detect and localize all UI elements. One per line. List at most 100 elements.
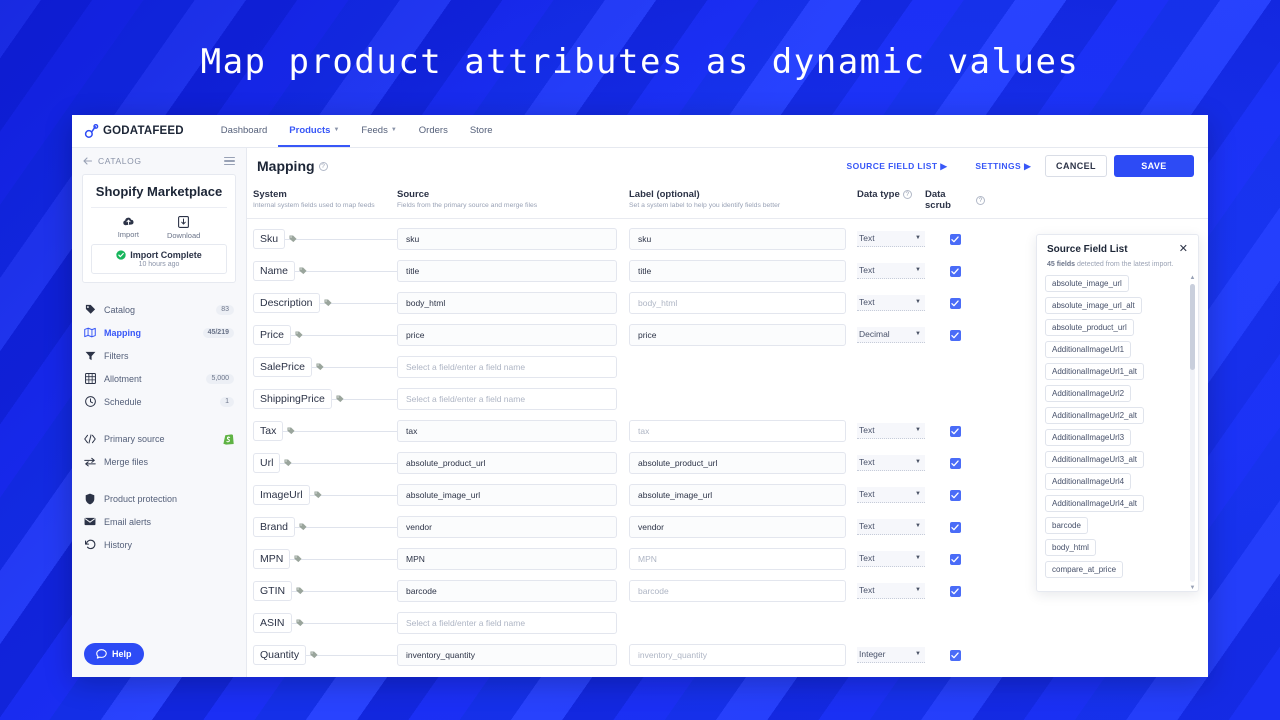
scroll-up-icon[interactable]: ▲ xyxy=(1190,275,1196,281)
system-field-name-6[interactable]: Tax xyxy=(253,420,284,442)
source-input-6[interactable]: tax xyxy=(397,420,617,442)
nav-item-feeds[interactable]: Feeds ▼ xyxy=(350,115,407,147)
label-input-11[interactable]: barcode xyxy=(629,580,846,602)
source-field-chip[interactable]: body_html xyxy=(1045,539,1096,556)
data-scrub-checkbox-9[interactable] xyxy=(949,521,961,533)
help-button[interactable]: Help xyxy=(84,643,144,665)
source-field-chip[interactable]: AdditionalImageUrl3_alt xyxy=(1045,451,1144,468)
source-input-4[interactable]: Select a field/enter a field name xyxy=(397,356,617,378)
data-scrub-checkbox-6[interactable] xyxy=(949,425,961,437)
nav-item-store[interactable]: Store xyxy=(459,115,504,147)
save-button[interactable]: SAVE xyxy=(1114,155,1194,177)
system-field-name-1[interactable]: Name xyxy=(253,260,296,282)
label-input-2[interactable]: body_html xyxy=(629,292,846,314)
source-input-3[interactable]: price xyxy=(397,324,617,346)
data-type-select-13[interactable]: Integer ▼ xyxy=(857,647,925,663)
source-field-scrollbar[interactable]: ▲ ▼ xyxy=(1189,275,1196,591)
source-field-chip[interactable]: absolute_image_url_alt xyxy=(1045,297,1142,314)
data-scrub-checkbox-11[interactable] xyxy=(949,585,961,597)
system-field-name-11[interactable]: GTIN xyxy=(253,580,293,602)
system-field-name-12[interactable]: ASIN xyxy=(253,612,292,634)
source-input-8[interactable]: absolute_image_url xyxy=(397,484,617,506)
back-to-catalog[interactable]: CATALOG xyxy=(83,156,142,166)
data-type-select-9[interactable]: Text ▼ xyxy=(857,519,925,535)
sidebar-item-schedule[interactable]: Schedule 1 xyxy=(72,390,246,413)
data-type-select-6[interactable]: Text ▼ xyxy=(857,423,925,439)
sidebar-item-mapping[interactable]: Mapping 45/219 xyxy=(72,321,246,344)
label-input-8[interactable]: absolute_image_url xyxy=(629,484,846,506)
source-field-chip[interactable]: AdditionalImageUrl1_alt xyxy=(1045,363,1144,380)
label-input-6[interactable]: tax xyxy=(629,420,846,442)
source-input-0[interactable]: sku xyxy=(397,228,617,250)
label-input-3[interactable]: price xyxy=(629,324,846,346)
label-input-0[interactable]: sku xyxy=(629,228,846,250)
system-field-name-9[interactable]: Brand xyxy=(253,516,296,538)
system-field-name-3[interactable]: Price xyxy=(253,324,291,346)
source-field-chip[interactable]: AdditionalImageUrl3 xyxy=(1045,429,1132,446)
import-action[interactable]: Import xyxy=(118,216,139,240)
nav-item-orders[interactable]: Orders xyxy=(408,115,459,147)
source-input-12[interactable]: Select a field/enter a field name xyxy=(397,612,617,634)
data-type-select-0[interactable]: Text ▼ xyxy=(857,231,925,247)
data-scrub-checkbox-0[interactable] xyxy=(949,233,961,245)
system-field-name-5[interactable]: ShippingPrice xyxy=(253,388,332,410)
source-input-11[interactable]: barcode xyxy=(397,580,617,602)
label-input-10[interactable]: MPN xyxy=(629,548,846,570)
system-field-name-10[interactable]: MPN xyxy=(253,548,291,570)
source-field-chip[interactable]: AdditionalImageUrl4_alt xyxy=(1045,495,1144,512)
download-action[interactable]: Download xyxy=(167,216,200,240)
settings-button[interactable]: SETTINGS ▶ xyxy=(961,161,1045,172)
scrollbar-thumb[interactable] xyxy=(1190,284,1195,370)
close-icon[interactable]: ✕ xyxy=(1179,244,1188,255)
sidebar-toggle-icon[interactable] xyxy=(224,155,235,167)
data-scrub-checkbox-2[interactable] xyxy=(949,297,961,309)
source-field-chip[interactable]: barcode xyxy=(1045,517,1088,534)
source-field-chip[interactable]: AdditionalImageUrl1 xyxy=(1045,341,1132,358)
source-field-chip[interactable]: compare_at_price xyxy=(1045,561,1124,578)
data-scrub-checkbox-1[interactable] xyxy=(949,265,961,277)
source-field-chip[interactable]: absolute_image_url xyxy=(1045,275,1129,292)
sidebar-item-primary-source[interactable]: Primary source xyxy=(72,427,246,450)
source-field-chip[interactable]: absolute_product_url xyxy=(1045,319,1134,336)
help-tooltip-icon[interactable]: ? xyxy=(318,161,328,171)
system-field-name-0[interactable]: Sku xyxy=(253,228,286,250)
data-type-select-10[interactable]: Text ▼ xyxy=(857,551,925,567)
source-field-list-scroll-area[interactable]: absolute_image_url absolute_image_url_alt… xyxy=(1037,275,1198,591)
source-field-chip[interactable]: AdditionalImageUrl2 xyxy=(1045,385,1132,402)
sidebar-item-catalog[interactable]: Catalog 83 xyxy=(72,298,246,321)
label-input-13[interactable]: inventory_quantity xyxy=(629,644,846,666)
source-input-10[interactable]: MPN xyxy=(397,548,617,570)
data-scrub-checkbox-13[interactable] xyxy=(949,649,961,661)
system-field-name-7[interactable]: Url xyxy=(253,452,281,474)
label-input-9[interactable]: vendor xyxy=(629,516,846,538)
data-scrub-checkbox-7[interactable] xyxy=(949,457,961,469)
brand-logo[interactable]: GODATAFEED xyxy=(84,115,210,147)
sidebar-item-email-alerts[interactable]: Email alerts xyxy=(72,510,246,533)
label-input-1[interactable]: title xyxy=(629,260,846,282)
data-scrub-checkbox-3[interactable] xyxy=(949,329,961,341)
source-input-9[interactable]: vendor xyxy=(397,516,617,538)
data-type-select-1[interactable]: Text ▼ xyxy=(857,263,925,279)
source-input-7[interactable]: absolute_product_url xyxy=(397,452,617,474)
source-input-13[interactable]: inventory_quantity xyxy=(397,644,617,666)
cancel-button[interactable]: CANCEL xyxy=(1045,155,1107,177)
source-input-1[interactable]: title xyxy=(397,260,617,282)
data-scrub-checkbox-8[interactable] xyxy=(949,489,961,501)
data-type-help-icon[interactable]: ? xyxy=(902,190,912,199)
source-input-2[interactable]: body_html xyxy=(397,292,617,314)
data-scrub-checkbox-10[interactable] xyxy=(949,553,961,565)
system-field-name-2[interactable]: Description xyxy=(253,292,320,314)
source-input-5[interactable]: Select a field/enter a field name xyxy=(397,388,617,410)
label-input-7[interactable]: absolute_product_url xyxy=(629,452,846,474)
system-field-name-4[interactable]: SalePrice xyxy=(253,356,312,378)
data-type-select-2[interactable]: Text ▼ xyxy=(857,295,925,311)
sidebar-item-filters[interactable]: Filters xyxy=(72,344,246,367)
data-scrub-help-icon[interactable]: ? xyxy=(976,195,985,205)
system-field-name-8[interactable]: ImageUrl xyxy=(253,484,310,506)
data-type-select-8[interactable]: Text ▼ xyxy=(857,487,925,503)
nav-item-dashboard[interactable]: Dashboard xyxy=(210,115,278,147)
data-type-select-11[interactable]: Text ▼ xyxy=(857,583,925,599)
system-field-name-13[interactable]: Quantity xyxy=(253,644,307,666)
data-type-select-7[interactable]: Text ▼ xyxy=(857,455,925,471)
sidebar-item-history[interactable]: History xyxy=(72,533,246,556)
